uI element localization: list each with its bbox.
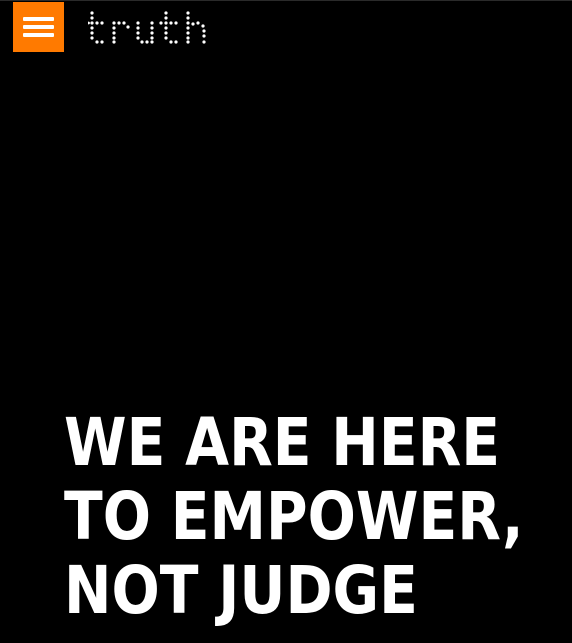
headline-line-3: NOT JUDGE <box>64 552 418 629</box>
page: truth WE ARE HERE TO EMPOWER, NOT JUDGE <box>0 0 572 643</box>
truth-logo[interactable] <box>88 9 214 47</box>
hamburger-icon-bar <box>23 25 54 29</box>
hamburger-icon-bar <box>23 17 54 21</box>
menu-button[interactable] <box>13 2 64 52</box>
hero-headline: WE ARE HERE TO EMPOWER, NOT JUDGE <box>64 406 524 628</box>
headline-line-2: TO EMPOWER, <box>64 478 524 555</box>
headline-line-1: WE ARE HERE <box>64 404 501 481</box>
hamburger-icon-bar <box>23 33 54 37</box>
